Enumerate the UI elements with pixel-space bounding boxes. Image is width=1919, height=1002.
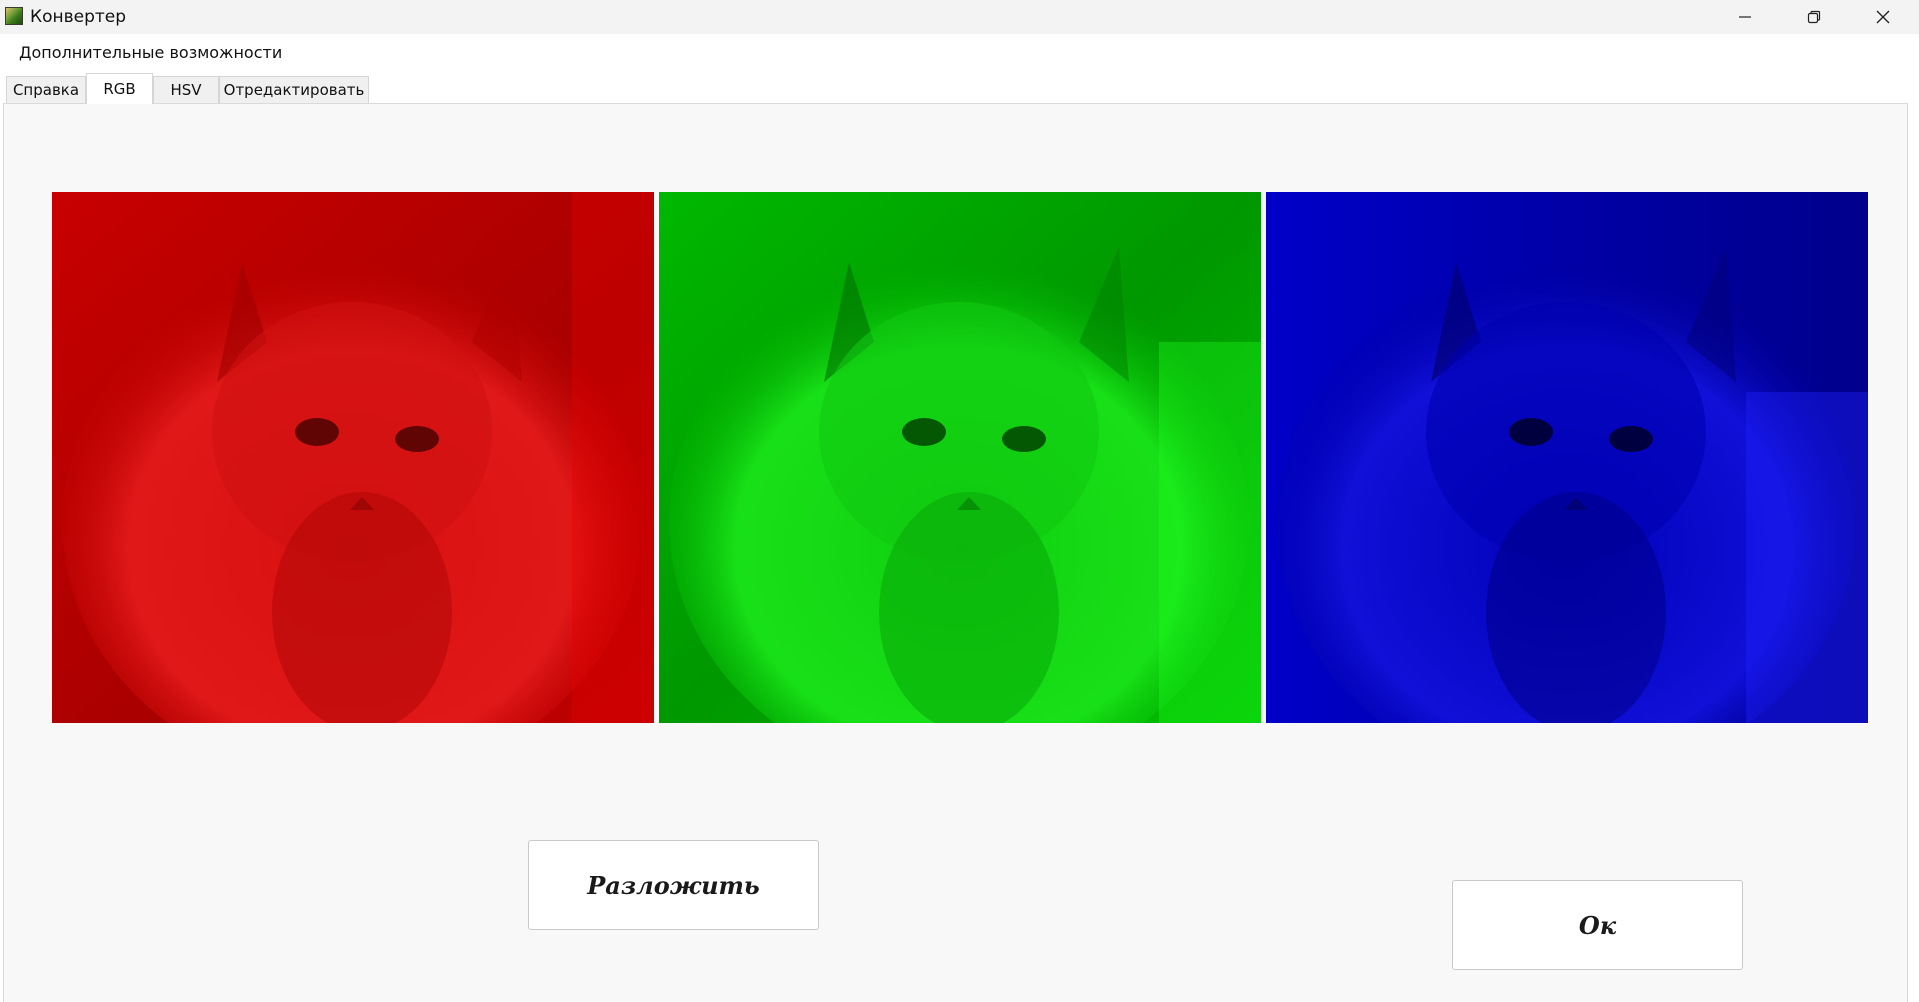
tab-hsv[interactable]: HSV [153,76,219,103]
green-channel-image [659,192,1261,723]
restore-icon [1807,10,1820,24]
menu-bar: Дополнительные возможности [0,34,1919,72]
minimize-button[interactable] [1710,0,1779,34]
window-title: Конвертер [30,7,127,27]
tab-help[interactable]: Справка [6,76,86,103]
red-channel-image [52,192,654,723]
close-icon [1876,10,1889,24]
app-image-icon [5,7,23,25]
menu-item-extra-features[interactable]: Дополнительные возможности [19,43,282,62]
split-button[interactable]: Разложить [528,840,819,930]
close-button[interactable] [1848,0,1917,34]
blue-channel-image [1266,192,1868,723]
title-bar[interactable]: Конвертер [0,0,1919,34]
converter-window: Конвертер Дополнительные возможности Спр… [0,0,1919,1002]
ok-button[interactable]: Ок [1452,880,1743,970]
tab-rgb[interactable]: RGB [86,73,153,104]
minimize-icon [1738,16,1751,18]
restore-button[interactable] [1779,0,1848,34]
tab-edit[interactable]: Отредактировать [219,76,369,103]
